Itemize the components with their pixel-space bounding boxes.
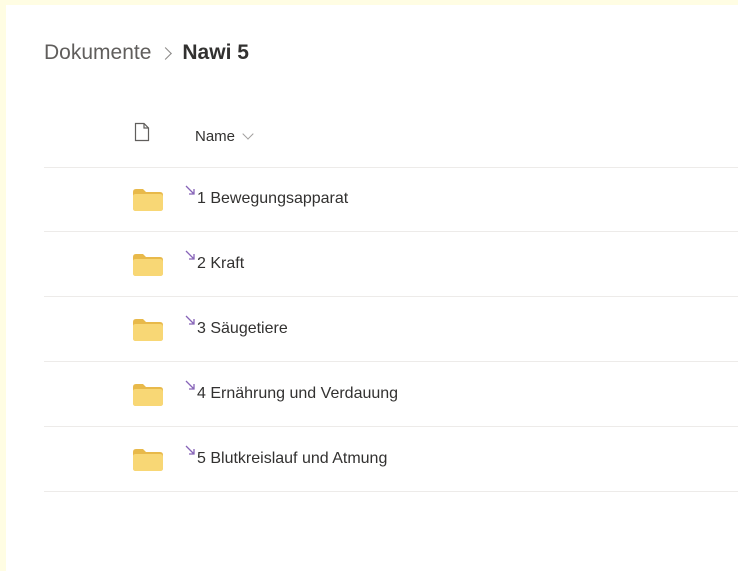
- item-list: 1 Bewegungsapparat 2 Kraft 3 Säugetiere …: [44, 167, 738, 492]
- document-icon[interactable]: [134, 122, 150, 147]
- list-item[interactable]: 4 Ernährung und Verdauung: [44, 362, 738, 427]
- item-name[interactable]: 5 Blutkreislauf und Atmung: [197, 450, 387, 468]
- list-item[interactable]: 3 Säugetiere: [44, 297, 738, 362]
- folder-icon: [133, 319, 163, 346]
- breadcrumb: Dokumente Nawi 5: [44, 41, 249, 65]
- shortcut-arrow-icon: [185, 248, 196, 266]
- item-name[interactable]: 3 Säugetiere: [197, 320, 288, 338]
- shortcut-arrow-icon: [185, 313, 196, 331]
- shortcut-arrow-icon: [185, 183, 196, 201]
- folder-icon: [133, 384, 163, 411]
- list-item[interactable]: 5 Blutkreislauf und Atmung: [44, 427, 738, 492]
- breadcrumb-parent-link[interactable]: Dokumente: [44, 41, 151, 65]
- item-name[interactable]: 2 Kraft: [197, 255, 244, 273]
- chevron-down-icon: [242, 128, 254, 140]
- name-column-header[interactable]: Name: [195, 128, 254, 145]
- chevron-right-icon: [159, 46, 173, 60]
- shortcut-arrow-icon: [185, 443, 196, 461]
- list-item[interactable]: 2 Kraft: [44, 232, 738, 297]
- item-name[interactable]: 4 Ernährung und Verdauung: [197, 385, 398, 403]
- breadcrumb-current: Nawi 5: [182, 41, 249, 64]
- folder-icon: [133, 254, 163, 281]
- list-header: Name: [44, 111, 738, 168]
- name-column-label: Name: [195, 128, 236, 145]
- shortcut-arrow-icon: [185, 378, 196, 396]
- folder-icon: [133, 449, 163, 476]
- item-name[interactable]: 1 Bewegungsapparat: [197, 190, 348, 208]
- list-item[interactable]: 1 Bewegungsapparat: [44, 167, 738, 232]
- document-library-panel: Dokumente Nawi 5 Name 1 Bewegungsapparat…: [6, 5, 738, 571]
- folder-icon: [133, 189, 163, 216]
